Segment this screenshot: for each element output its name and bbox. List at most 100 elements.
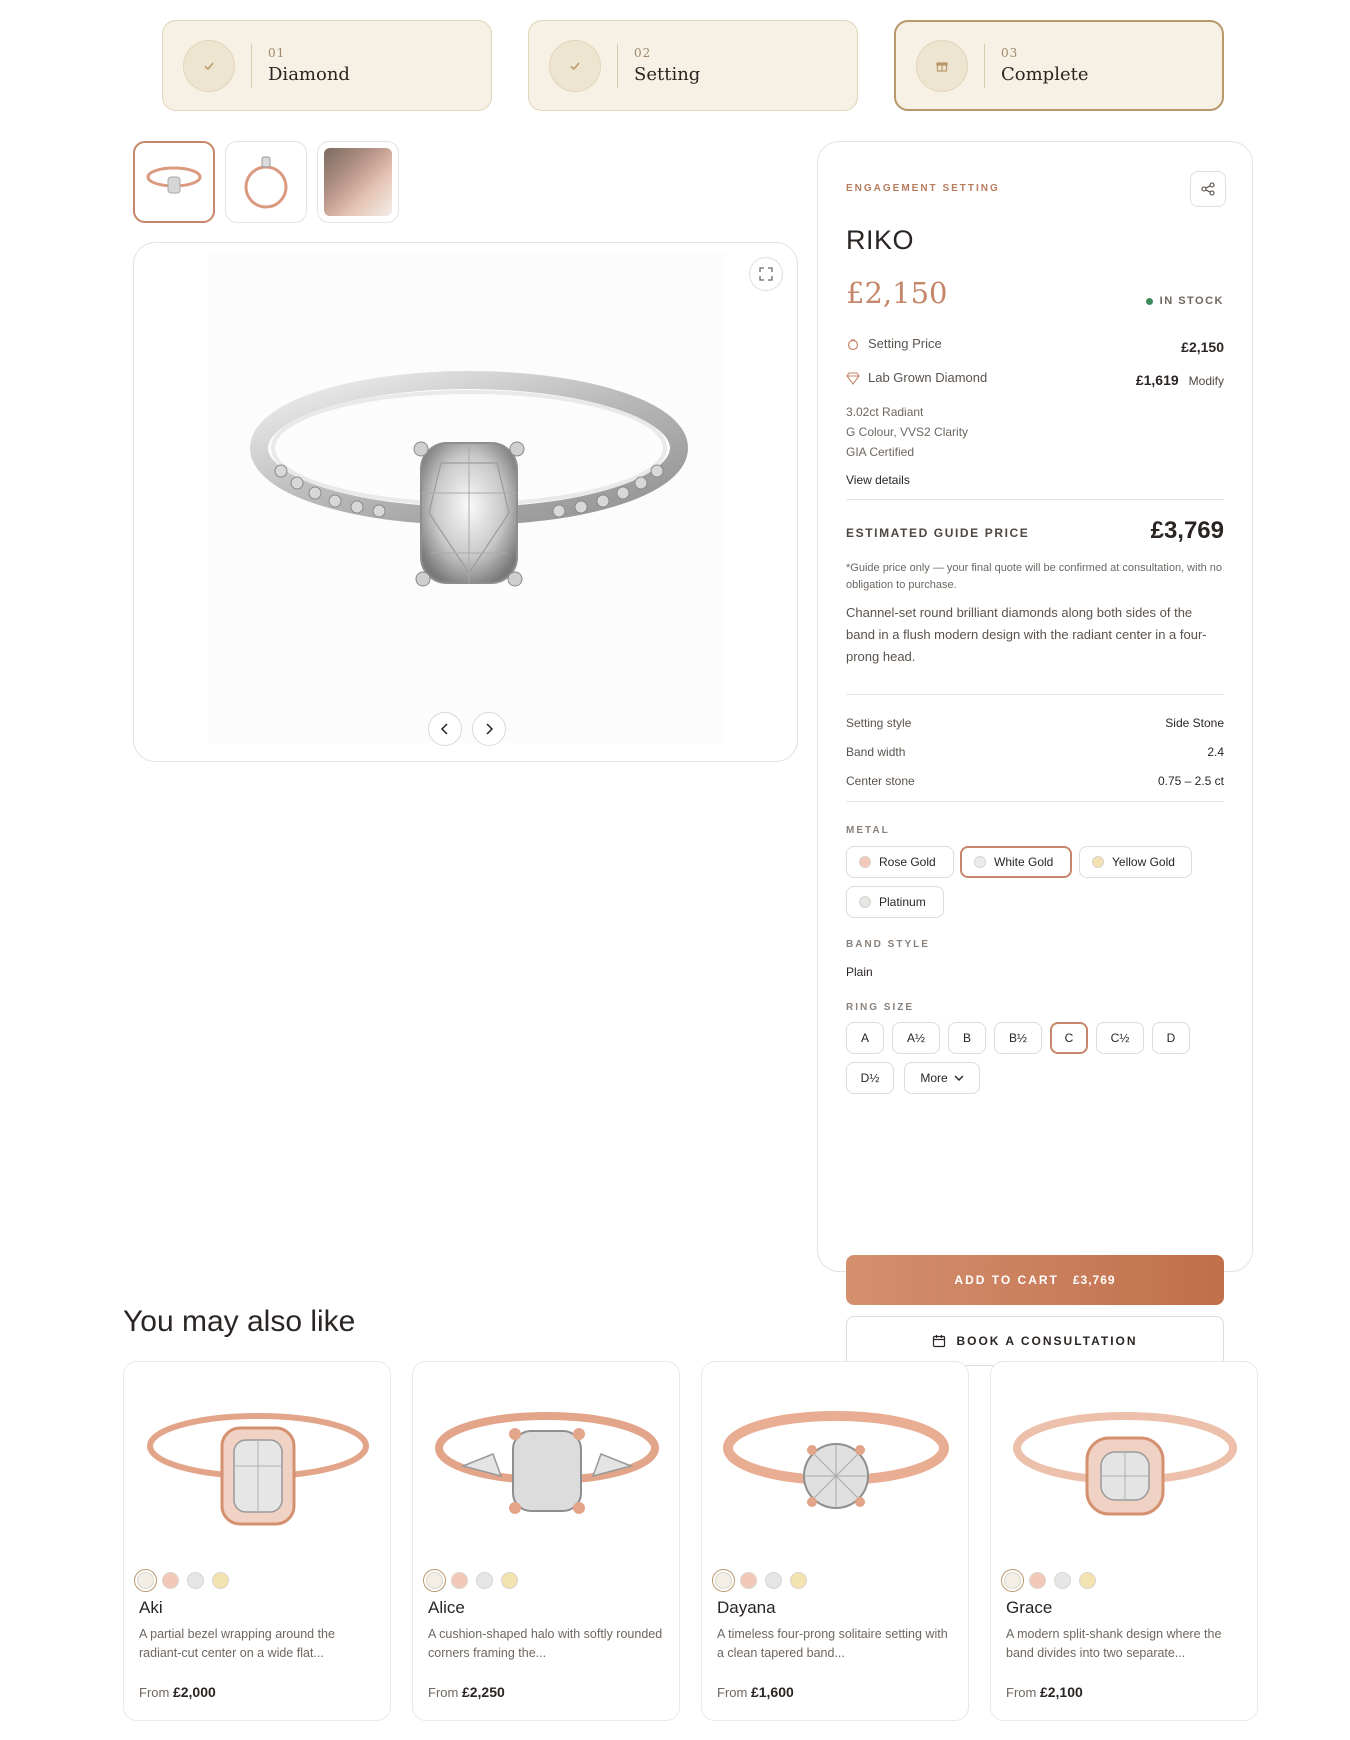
estimate-value: £3,769 (1150, 517, 1224, 544)
step-diamond[interactable]: 01 Diamond (162, 20, 492, 111)
image-viewer (133, 242, 798, 762)
add-to-cart-button[interactable]: ADD TO CART £3,769 (846, 1255, 1224, 1305)
ring-size-label: RING SIZE (846, 1002, 915, 1013)
ring-icon (847, 338, 859, 350)
card-price: From £2,250 (428, 1684, 505, 1700)
card-description: A modern split-shank design where the ba… (1006, 1627, 1222, 1660)
product-card-grace[interactable]: Grace A modern split-shank design where … (990, 1361, 1258, 1721)
diamond-detail-carat: 3.02ct Radiant (846, 405, 924, 419)
silver-swatch[interactable] (187, 1572, 204, 1589)
expand-button[interactable] (749, 257, 783, 291)
rose-swatch[interactable] (162, 1572, 179, 1589)
size-option-a-half[interactable]: A½ (892, 1022, 940, 1054)
ring-side-image (244, 156, 288, 209)
card-description: A cushion-shaped halo with softly rounde… (428, 1627, 663, 1660)
size-option-d-half[interactable]: D½ (846, 1062, 894, 1094)
share-icon (1201, 182, 1215, 196)
size-option-c-half[interactable]: C½ (1096, 1022, 1144, 1054)
step-setting[interactable]: 02 Setting (528, 20, 858, 111)
card-name: Grace (1006, 1598, 1053, 1617)
thumbnail-side[interactable] (225, 141, 307, 223)
aki-ring-image (147, 1413, 369, 1526)
silver-swatch[interactable] (765, 1572, 782, 1589)
step-label: Complete (1001, 64, 1089, 85)
silver-swatch[interactable] (1054, 1572, 1071, 1589)
diamond-detail-quality: G Colour, VVS2 Clarity (846, 425, 969, 439)
setting-price-value: £2,150 (1181, 339, 1224, 355)
product-card-aki[interactable]: Aki A partial bezel wrapping around the … (123, 1361, 391, 1721)
metal-swatches (426, 1572, 518, 1589)
share-button[interactable] (1190, 171, 1226, 207)
white-swatch[interactable] (1004, 1572, 1021, 1589)
main-ring-image (209, 253, 724, 743)
spec-setting-style: Setting style Side Stone (846, 716, 1224, 730)
chevron-right-icon (486, 723, 494, 735)
rose-swatch[interactable] (451, 1572, 468, 1589)
diamond-icon (846, 371, 860, 385)
white-swatch[interactable] (426, 1572, 443, 1589)
expand-icon (759, 267, 773, 281)
product-card-dayana[interactable]: Dayana A timeless four-prong solitaire s… (701, 1361, 969, 1721)
thumbnail-hand[interactable] (317, 141, 399, 223)
yellow-swatch[interactable] (1079, 1572, 1096, 1589)
white-swatch[interactable] (715, 1572, 732, 1589)
divider (846, 499, 1224, 500)
metal-swatches (137, 1572, 229, 1589)
guide-price-note: *Guide price only — your final quote wil… (846, 562, 1223, 591)
spec-center-stone: Center stone 0.75 – 2.5 ct (846, 774, 1224, 788)
band-style-label: BAND STYLE (846, 939, 930, 950)
rose-swatch[interactable] (740, 1572, 757, 1589)
step-number: 01 (268, 46, 286, 60)
silver-swatch[interactable] (476, 1572, 493, 1589)
thumbnail-front[interactable] (133, 141, 215, 223)
chevron-down-icon (954, 1075, 964, 1081)
stock-status: IN STOCK (1145, 295, 1224, 307)
card-name: Aki (139, 1598, 163, 1617)
next-image-button[interactable] (472, 712, 506, 746)
diamond-label: Lab Grown Diamond (846, 370, 987, 385)
hand-photo-image (324, 148, 392, 216)
view-details-link[interactable]: View details (846, 473, 910, 487)
previous-image-button[interactable] (428, 712, 462, 746)
size-option-c[interactable]: C (1050, 1022, 1088, 1054)
more-sizes-dropdown[interactable]: More (904, 1062, 980, 1094)
in-stock-dot-icon (1145, 297, 1153, 305)
diamond-price-row: £1,619 Modify (1136, 372, 1224, 388)
white-swatch[interactable] (137, 1572, 154, 1589)
calendar-icon (933, 1335, 946, 1348)
step-complete[interactable]: 03 Complete (894, 20, 1224, 111)
ring-front-image (146, 166, 202, 194)
product-card-alice[interactable]: Alice A cushion-shaped halo with softly … (412, 1361, 680, 1721)
grace-ring-image (1013, 1412, 1237, 1516)
rose-swatch[interactable] (1029, 1572, 1046, 1589)
product-name: RIKO (846, 225, 915, 255)
size-option-b[interactable]: B (948, 1022, 986, 1054)
divider (846, 801, 1224, 802)
product-panel: ENGAGEMENT SETTING RIKO £2,150 IN STOCK … (817, 141, 1253, 1366)
step-number: 03 (1001, 46, 1019, 60)
metal-option-platinum[interactable]: Platinum (846, 886, 944, 918)
size-option-d[interactable]: D (1152, 1022, 1190, 1054)
yellow-swatch[interactable] (790, 1572, 807, 1589)
yellow-swatch[interactable] (501, 1572, 518, 1589)
metal-option-white-gold[interactable]: White Gold (960, 846, 1072, 878)
check-icon (549, 39, 601, 92)
check-icon (183, 39, 235, 92)
yellow-swatch[interactable] (212, 1572, 229, 1589)
size-option-a[interactable]: A (846, 1022, 884, 1054)
yellow-gold-swatch (1092, 856, 1104, 868)
size-option-b-half[interactable]: B½ (994, 1022, 1042, 1054)
setting-price-label: Setting Price (846, 336, 942, 351)
gift-icon (916, 39, 968, 92)
card-name: Dayana (717, 1598, 776, 1617)
book-consultation-button[interactable]: BOOK A CONSULTATION (846, 1316, 1224, 1366)
card-description: A timeless four-prong solitaire setting … (717, 1627, 948, 1660)
divider (846, 694, 1224, 695)
metal-option-yellow-gold[interactable]: Yellow Gold (1079, 846, 1192, 878)
diamond-price-value: £1,619 (1135, 372, 1179, 388)
white-gold-swatch (974, 856, 986, 868)
modify-link[interactable]: Modify (1189, 374, 1224, 388)
card-description: A partial bezel wrapping around the radi… (139, 1627, 335, 1660)
metal-option-rose-gold[interactable]: Rose Gold (846, 846, 954, 878)
metal-label: METAL (846, 825, 890, 836)
